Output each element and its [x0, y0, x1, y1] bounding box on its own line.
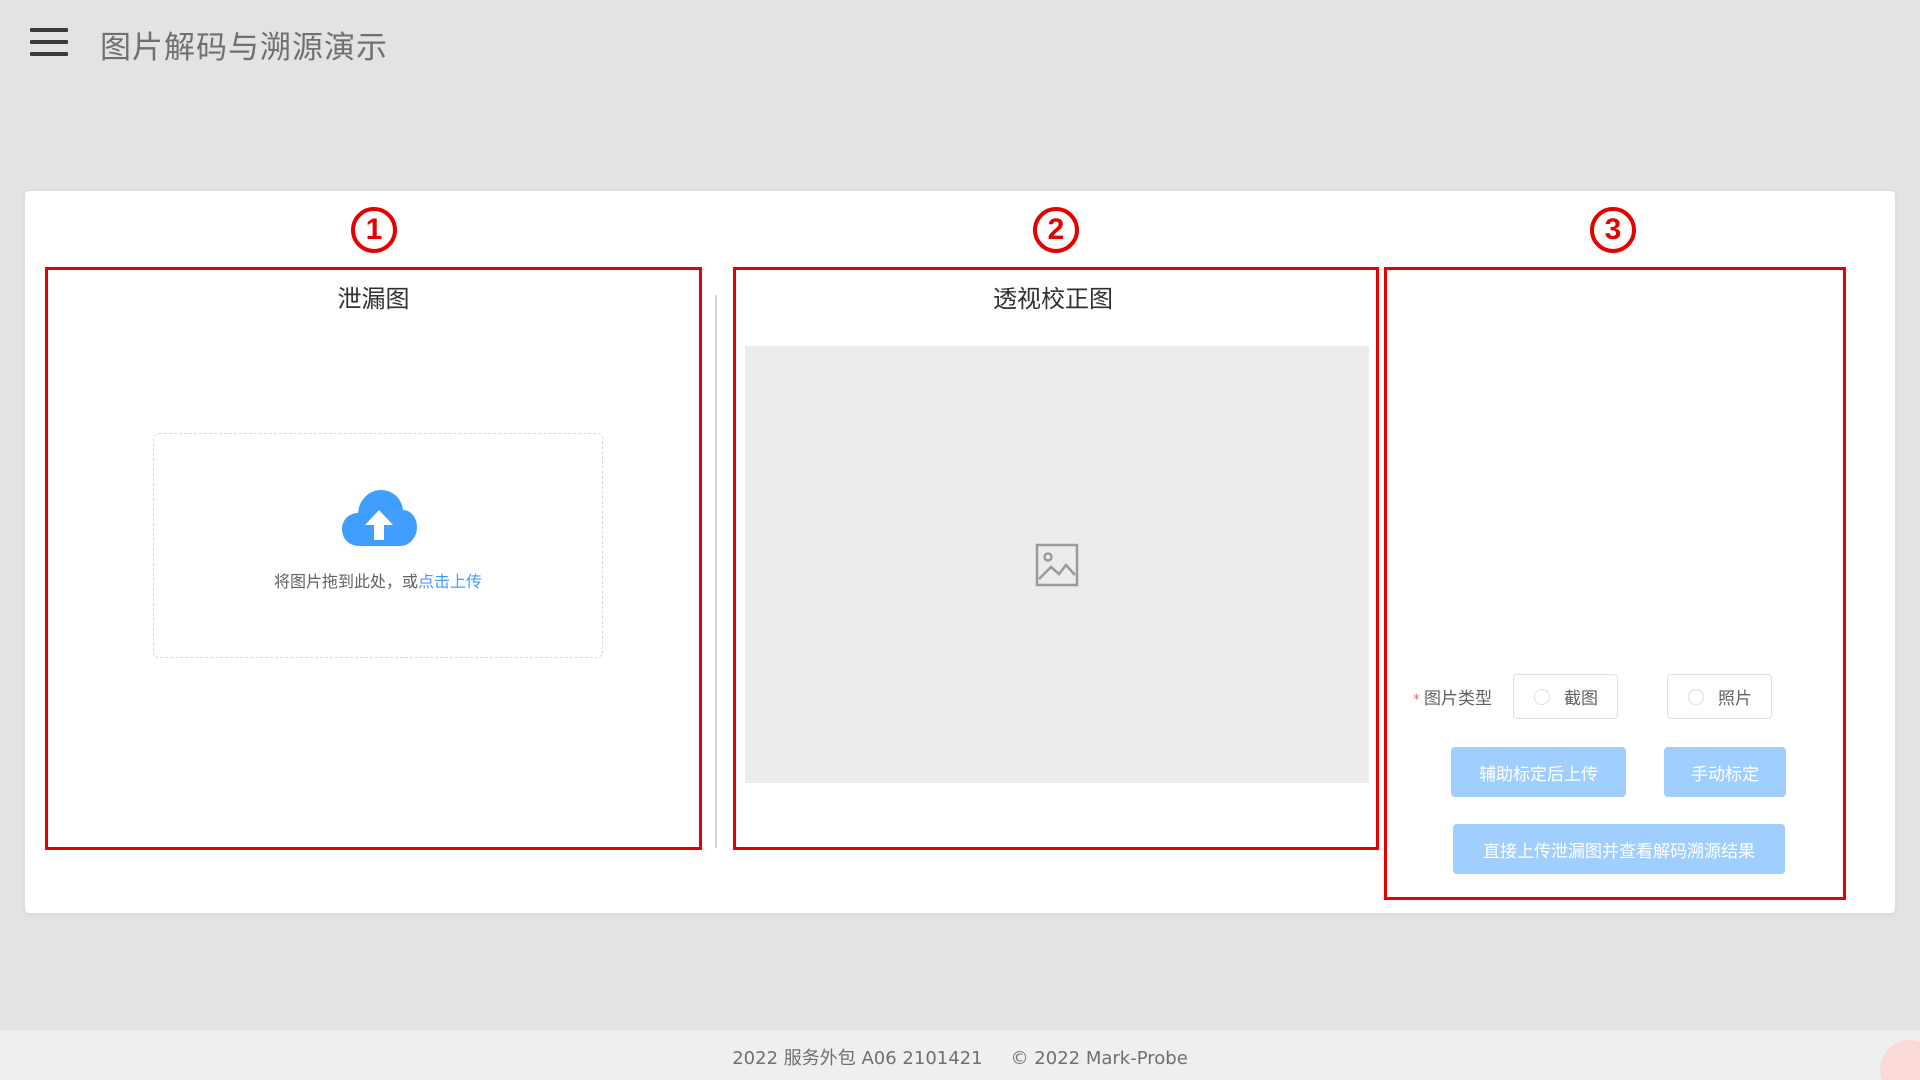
radio-photo-label: 照片 — [1718, 689, 1752, 709]
required-mark: * — [1413, 692, 1420, 708]
footer-text: 2022 服务外包 A06 2101421 © 2022 Mark-Probe — [0, 1044, 1920, 1070]
click-upload-link[interactable]: 点击上传 — [418, 572, 482, 591]
rectified-image-placeholder — [745, 346, 1369, 783]
hamburger-menu-icon[interactable] — [30, 26, 70, 56]
radio-photo[interactable]: 照片 — [1667, 674, 1772, 719]
annotation-box-3 — [1384, 267, 1846, 900]
radio-circle-icon — [1688, 688, 1704, 705]
cloud-upload-icon — [342, 490, 417, 546]
header: 图片解码与溯源演示 — [0, 0, 1920, 90]
footer-right: © 2022 Mark-Probe — [1010, 1048, 1188, 1069]
main-card: 1 2 3 泄漏图 将图片拖到此处，或点击上传 透视校正图 * 图片类型 截图 照 — [25, 191, 1895, 913]
image-type-label: * 图片类型 — [1413, 684, 1492, 709]
radio-circle-icon — [1534, 688, 1550, 705]
manual-calibrate-button[interactable]: 手动标定 — [1664, 747, 1786, 797]
marker-2: 2 — [1033, 207, 1079, 253]
radio-screenshot-label: 截图 — [1564, 689, 1598, 709]
footer-left: 2022 服务外包 A06 2101421 — [732, 1048, 983, 1069]
page-title: 图片解码与溯源演示 — [100, 30, 388, 66]
upload-hint: 将图片拖到此处，或点击上传 — [154, 568, 602, 592]
marker-1: 1 — [351, 207, 397, 253]
rectified-panel-title: 透视校正图 — [993, 285, 1113, 313]
image-type-label-text: 图片类型 — [1424, 689, 1492, 709]
image-placeholder-icon — [1035, 543, 1079, 587]
direct-upload-button[interactable]: 直接上传泄漏图并查看解码溯源结果 — [1453, 824, 1785, 874]
assist-calibrate-upload-button[interactable]: 辅助标定后上传 — [1451, 747, 1626, 797]
upload-hint-text: 将图片拖到此处，或 — [273, 572, 418, 591]
radio-screenshot[interactable]: 截图 — [1513, 674, 1618, 719]
upload-dropzone[interactable]: 将图片拖到此处，或点击上传 — [153, 433, 603, 658]
leak-panel-title: 泄漏图 — [337, 285, 410, 313]
marker-3: 3 — [1590, 207, 1636, 253]
footer: 2022 服务外包 A06 2101421 © 2022 Mark-Probe — [0, 1030, 1920, 1080]
panel-divider — [715, 295, 717, 848]
